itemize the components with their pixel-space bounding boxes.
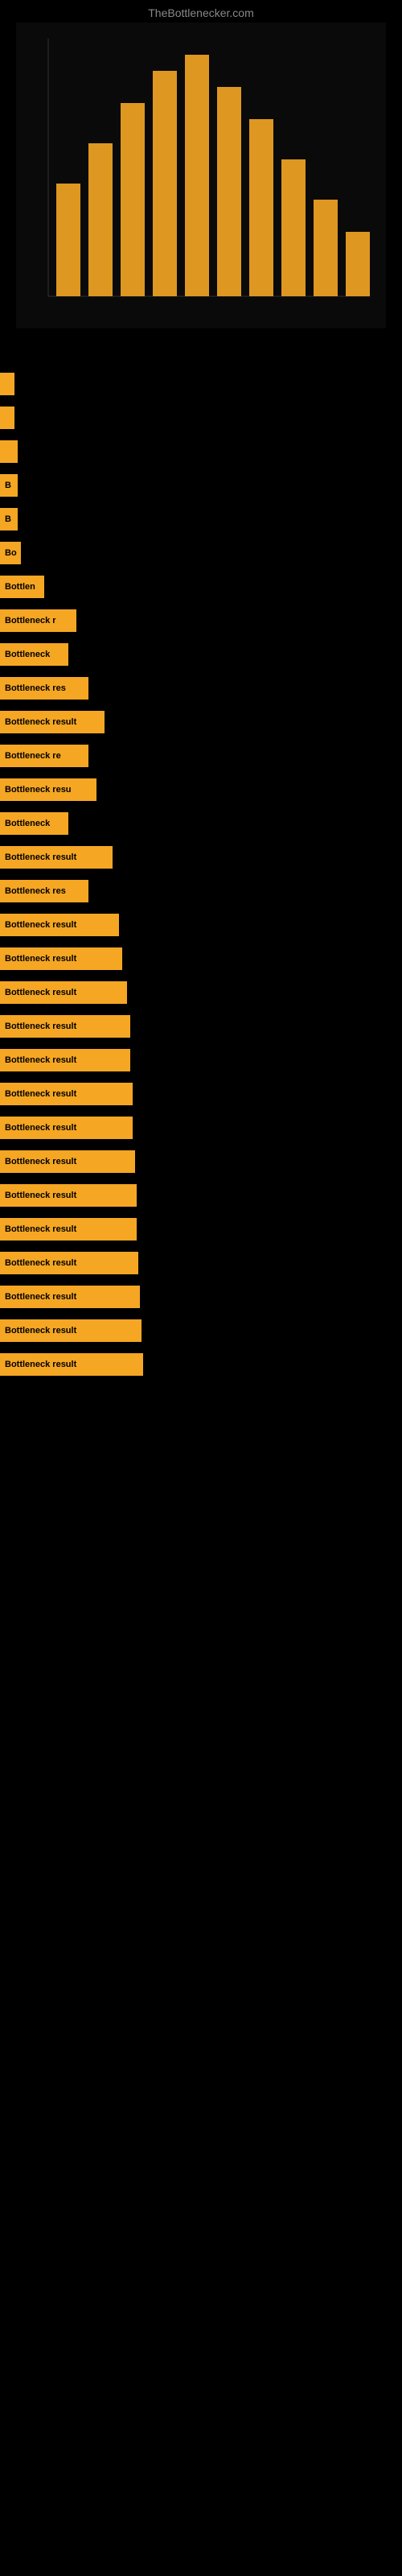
result-item: Bottleneck result xyxy=(0,1315,402,1346)
result-label: Bottleneck res xyxy=(5,683,66,693)
result-label: Bottleneck re xyxy=(5,751,61,761)
result-item xyxy=(0,369,402,399)
result-item: Bottleneck result xyxy=(0,707,402,737)
result-bar xyxy=(0,373,14,395)
result-bar: Bottleneck result xyxy=(0,1353,143,1376)
result-item xyxy=(0,436,402,467)
result-bar: Bottlen xyxy=(0,576,44,598)
result-label: Bo xyxy=(5,548,17,558)
result-label: Bottleneck result xyxy=(5,1089,76,1099)
result-item: B xyxy=(0,504,402,535)
result-label: Bottleneck result xyxy=(5,1360,76,1369)
result-label: B xyxy=(5,481,11,490)
result-item: Bottleneck res xyxy=(0,673,402,704)
result-bar: Bottleneck result xyxy=(0,1117,133,1139)
result-label: Bottleneck result xyxy=(5,1157,76,1166)
result-label: Bottleneck result xyxy=(5,717,76,727)
result-bar xyxy=(0,407,14,429)
result-bar: Bottleneck r xyxy=(0,609,76,632)
result-bar: Bottleneck result xyxy=(0,1184,137,1207)
result-item: Bottleneck result xyxy=(0,842,402,873)
result-bar: Bottleneck result xyxy=(0,711,105,733)
result-item: Bottleneck xyxy=(0,639,402,670)
result-bar: Bottleneck xyxy=(0,812,68,835)
result-label: Bottleneck result xyxy=(5,1292,76,1302)
result-label: Bottleneck result xyxy=(5,1224,76,1234)
result-bar: Bottleneck xyxy=(0,643,68,666)
result-label: Bottleneck result xyxy=(5,1258,76,1268)
result-bar xyxy=(0,440,18,463)
result-bar: Bottleneck result xyxy=(0,1319,142,1342)
result-item: Bottleneck xyxy=(0,808,402,839)
result-bar: Bottleneck result xyxy=(0,1083,133,1105)
result-bar: Bottleneck result xyxy=(0,1252,138,1274)
result-item xyxy=(0,402,402,433)
result-bar: Bottleneck result xyxy=(0,981,127,1004)
result-item: Bottleneck result xyxy=(0,1180,402,1211)
result-item: Bottleneck result xyxy=(0,977,402,1008)
result-label: Bottleneck result xyxy=(5,1022,76,1031)
result-label: Bottleneck result xyxy=(5,954,76,964)
result-item: Bottleneck res xyxy=(0,876,402,906)
result-label: Bottleneck result xyxy=(5,920,76,930)
result-bar: B xyxy=(0,474,18,497)
result-label: Bottleneck xyxy=(5,650,50,659)
result-item: Bottleneck result xyxy=(0,1349,402,1380)
result-item: Bottleneck result xyxy=(0,1045,402,1075)
result-item: Bottleneck resu xyxy=(0,774,402,805)
results-container: B B Bo Bottlen Bottleneck r Bottleneck Bottlen… xyxy=(0,361,402,1380)
result-label: Bottleneck result xyxy=(5,852,76,862)
site-title: TheBottlenecker.com xyxy=(0,0,402,23)
result-label: Bottleneck xyxy=(5,819,50,828)
result-item: Bottlen xyxy=(0,572,402,602)
result-item: Bottleneck result xyxy=(0,1282,402,1312)
result-item: Bottleneck result xyxy=(0,1011,402,1042)
result-label: B xyxy=(5,514,11,524)
result-bar: Bottleneck res xyxy=(0,677,88,700)
result-bar: Bottleneck result xyxy=(0,1218,137,1241)
result-bar: Bottleneck result xyxy=(0,1015,130,1038)
result-item: Bottleneck result xyxy=(0,943,402,974)
result-item: Bottleneck result xyxy=(0,910,402,940)
result-item: B xyxy=(0,470,402,501)
result-item: Bottleneck re xyxy=(0,741,402,771)
result-bar: Bottleneck result xyxy=(0,1150,135,1173)
result-bar: Bottleneck result xyxy=(0,846,113,869)
result-bar: Bottleneck result xyxy=(0,947,122,970)
site-header: TheBottlenecker.com xyxy=(0,0,402,23)
chart-area xyxy=(0,23,402,361)
result-label: Bottleneck result xyxy=(5,1326,76,1335)
result-label: Bottleneck r xyxy=(5,616,56,625)
result-label: Bottleneck resu xyxy=(5,785,72,795)
result-item: Bottleneck result xyxy=(0,1113,402,1143)
result-bar: Bottleneck re xyxy=(0,745,88,767)
result-label: Bottleneck res xyxy=(5,886,66,896)
result-label: Bottleneck result xyxy=(5,1191,76,1200)
result-label: Bottlen xyxy=(5,582,35,592)
result-bar: Bo xyxy=(0,542,21,564)
result-bar: Bottleneck resu xyxy=(0,778,96,801)
result-bar: B xyxy=(0,508,18,530)
result-bar: Bottleneck res xyxy=(0,880,88,902)
result-item: Bottleneck result xyxy=(0,1248,402,1278)
result-bar: Bottleneck result xyxy=(0,1049,130,1071)
result-label: Bottleneck result xyxy=(5,1123,76,1133)
result-item: Bottleneck result xyxy=(0,1146,402,1177)
result-bar: Bottleneck result xyxy=(0,1286,140,1308)
result-label: Bottleneck result xyxy=(5,1055,76,1065)
result-item: Bottleneck r xyxy=(0,605,402,636)
result-bar: Bottleneck result xyxy=(0,914,119,936)
result-item: Bo xyxy=(0,538,402,568)
chart-placeholder xyxy=(16,23,386,328)
result-item: Bottleneck result xyxy=(0,1079,402,1109)
result-label: Bottleneck result xyxy=(5,988,76,997)
result-item: Bottleneck result xyxy=(0,1214,402,1245)
